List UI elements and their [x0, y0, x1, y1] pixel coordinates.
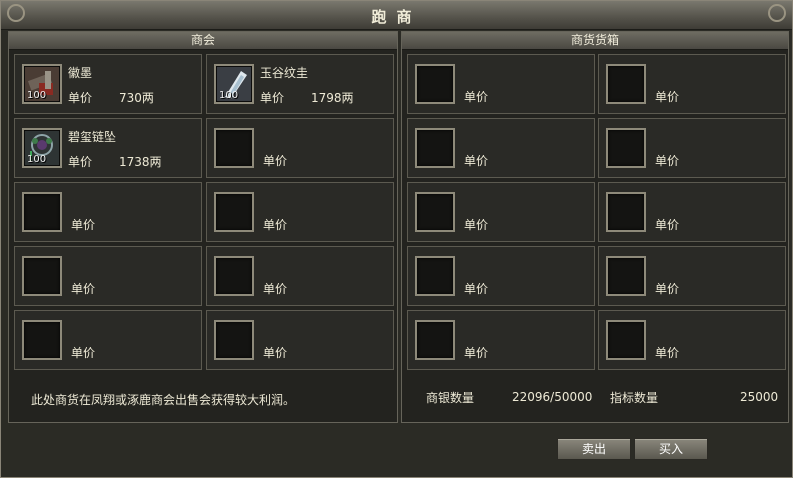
item-slot[interactable]: 100 — [22, 128, 62, 168]
item-slot[interactable] — [606, 320, 646, 360]
unit-price-label: 单价 — [71, 346, 96, 360]
unit-price-label: 单价 — [655, 346, 680, 360]
cargo-slot-cell[interactable]: 单价 — [598, 246, 786, 306]
item-slot[interactable] — [415, 192, 455, 232]
item-slot[interactable] — [415, 256, 455, 296]
guild-item-cell[interactable]: 单价 — [206, 246, 394, 306]
item-slot[interactable] — [415, 64, 455, 104]
cargo-slot-cell[interactable]: 单价 — [407, 118, 595, 178]
item-slot[interactable] — [214, 128, 254, 168]
sell-button[interactable]: 卖出 — [557, 438, 631, 460]
unit-price-label: 单价 — [263, 218, 288, 232]
item-slot[interactable] — [214, 256, 254, 296]
item-slot[interactable] — [415, 128, 455, 168]
unit-price-label: 单价 — [263, 282, 288, 296]
unit-price-label: 单价 — [68, 155, 93, 169]
guild-item-cell[interactable]: 单价 — [14, 182, 202, 242]
cargo-slot-cell[interactable]: 单价 — [407, 246, 595, 306]
item-slot[interactable] — [22, 192, 62, 232]
item-slot[interactable]: 100 — [214, 64, 254, 104]
unit-price-label: 单价 — [71, 282, 96, 296]
guild-panel-header: 商会 — [9, 32, 397, 50]
item-name: 碧玺链坠 — [68, 130, 117, 144]
target-label: 指标数量 — [610, 391, 659, 405]
item-name: 徽墨 — [68, 66, 93, 80]
silver-value: 22096/50000 — [512, 390, 593, 404]
item-slot[interactable]: 100 — [22, 64, 62, 104]
item-slot[interactable] — [214, 192, 254, 232]
buy-button[interactable]: 买入 — [634, 438, 708, 460]
window-title: 跑商 — [371, 8, 422, 26]
unit-price-label: 单价 — [260, 91, 285, 105]
guild-item-cell[interactable]: 单价 — [14, 310, 202, 370]
profit-hint: 此处商货在凤翔或涿鹿商会出售会获得较大利润。 — [31, 393, 296, 407]
unit-price-label: 单价 — [655, 90, 680, 104]
guild-item-cell[interactable]: 100 碧玺链坠 单价 1738两 — [14, 118, 202, 178]
cargo-panel-header: 商货货箱 — [402, 32, 788, 50]
unit-price-label: 单价 — [655, 282, 680, 296]
item-quantity: 100 — [219, 90, 239, 101]
guild-item-cell[interactable]: 单价 — [14, 246, 202, 306]
item-slot[interactable] — [22, 320, 62, 360]
unit-price-label: 单价 — [263, 154, 288, 168]
unit-price-label: 单价 — [464, 218, 489, 232]
unit-price-value: 1738两 — [119, 155, 162, 169]
guild-panel: 商会 100 徽墨 单价 730两 100 玉谷纹圭 单价 1798两 100 … — [8, 31, 398, 423]
silver-label: 商银数量 — [426, 391, 475, 405]
unit-price-label: 单价 — [464, 154, 489, 168]
unit-price-value: 730两 — [119, 91, 154, 105]
cargo-slot-cell[interactable]: 单价 — [407, 54, 595, 114]
unit-price-label: 单价 — [655, 154, 680, 168]
cargo-slot-cell[interactable]: 单价 — [407, 310, 595, 370]
unit-price-label: 单价 — [464, 90, 489, 104]
guild-item-cell[interactable]: 单价 — [206, 182, 394, 242]
unit-price-label: 单价 — [464, 282, 489, 296]
guild-item-cell[interactable]: 单价 — [206, 118, 394, 178]
title-bar[interactable]: 跑商 — [1, 1, 792, 30]
trade-window: 跑商 商会 100 徽墨 单价 730两 100 玉谷纹圭 单价 1798两 1… — [0, 0, 793, 478]
unit-price-label: 单价 — [263, 346, 288, 360]
cargo-slot-cell[interactable]: 单价 — [598, 118, 786, 178]
guild-item-cell[interactable]: 100 玉谷纹圭 单价 1798两 — [206, 54, 394, 114]
unit-price-value: 1798两 — [311, 91, 354, 105]
item-slot[interactable] — [22, 256, 62, 296]
item-slot[interactable] — [606, 64, 646, 104]
guild-item-cell[interactable]: 100 徽墨 单价 730两 — [14, 54, 202, 114]
item-slot[interactable] — [415, 320, 455, 360]
unit-price-label: 单价 — [655, 218, 680, 232]
item-slot[interactable] — [214, 320, 254, 360]
item-quantity: 100 — [27, 90, 47, 101]
guild-item-cell[interactable]: 单价 — [206, 310, 394, 370]
item-quantity: 100 — [27, 154, 47, 165]
unit-price-label: 单价 — [464, 346, 489, 360]
item-slot[interactable] — [606, 128, 646, 168]
item-name: 玉谷纹圭 — [260, 66, 309, 80]
item-slot[interactable] — [606, 192, 646, 232]
cargo-panel: 商货货箱 单价 单价 单价 单价 单价 单价 单价 单价 单价 单价 商银数量 … — [401, 31, 789, 423]
unit-price-label: 单价 — [68, 91, 93, 105]
cargo-slot-cell[interactable]: 单价 — [598, 182, 786, 242]
item-slot[interactable] — [606, 256, 646, 296]
cargo-slot-cell[interactable]: 单价 — [598, 310, 786, 370]
cargo-slot-cell[interactable]: 单价 — [407, 182, 595, 242]
target-value: 25000 — [740, 390, 779, 404]
cargo-slot-cell[interactable]: 单价 — [598, 54, 786, 114]
unit-price-label: 单价 — [71, 218, 96, 232]
